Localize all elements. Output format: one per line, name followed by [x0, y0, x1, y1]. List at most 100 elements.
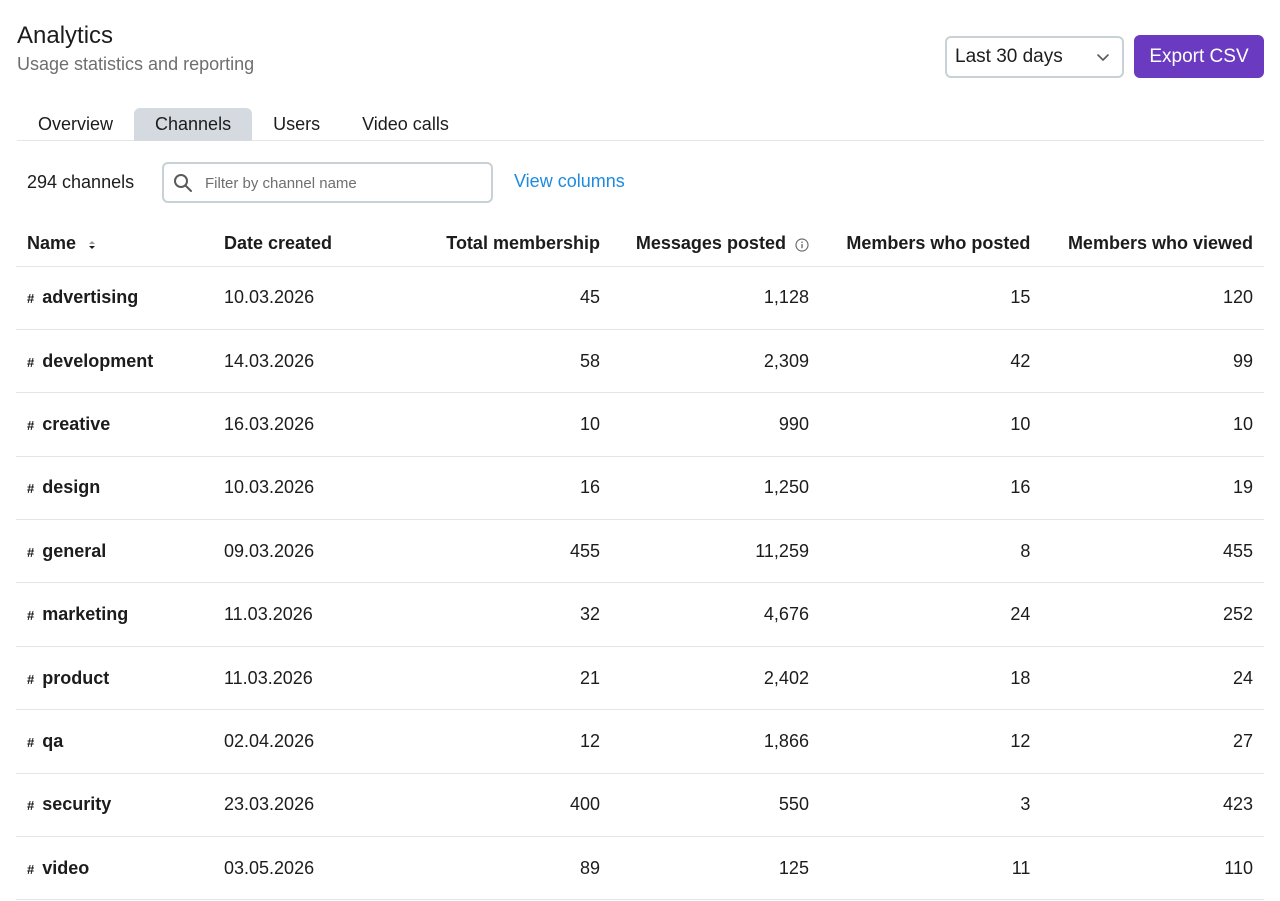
date-range-select[interactable]: Last 30 days	[945, 36, 1124, 78]
members-posted-cell: 11	[819, 836, 1042, 901]
channel-hash-icon: #	[27, 608, 35, 624]
table-row[interactable]: # design 10.03.2026 16 1,250 16 19	[16, 456, 1264, 521]
members-posted-cell: 15	[819, 266, 1042, 330]
channel-hash-icon: #	[27, 861, 35, 877]
messages-posted-cell: 550	[610, 773, 820, 838]
column-header-members-viewed[interactable]: Members who viewed	[1041, 222, 1264, 267]
table-row[interactable]: # general 09.03.2026 455 11,259 8 455	[16, 519, 1264, 584]
members-posted-cell: 3	[819, 773, 1042, 838]
channel-name-cell[interactable]: # development	[16, 329, 224, 394]
total-membership-cell: 32	[424, 582, 611, 647]
page-title: Analytics	[17, 22, 114, 49]
date-range-value: Last 30 days	[955, 46, 1063, 67]
members-posted-cell: 8	[819, 519, 1042, 584]
members-posted-cell: 12	[819, 709, 1042, 774]
tab-video-calls[interactable]: Video calls	[341, 108, 470, 141]
messages-posted-cell: 990	[610, 392, 820, 457]
channel-name-cell[interactable]: # general	[16, 519, 224, 584]
table-row[interactable]: # qa 02.04.2026 12 1,866 12 27	[16, 709, 1264, 774]
channel-name-cell[interactable]: # product	[16, 646, 224, 711]
messages-posted-cell: 1,128	[610, 266, 820, 330]
sort-icon[interactable]	[87, 238, 97, 252]
channel-name-cell[interactable]: # advertising	[16, 266, 224, 330]
channel-name-cell[interactable]: # qa	[16, 709, 224, 774]
table-body: # advertising 10.03.2026 45 1,128 15 120 # devel…	[16, 266, 1264, 901]
page-header: Analytics Usage statistics and reporting	[17, 22, 254, 75]
channels-table: Name Date created Total membership Messa…	[16, 222, 1264, 901]
members-posted-cell: 16	[819, 456, 1042, 521]
tab-users[interactable]: Users	[252, 108, 341, 141]
members-posted-cell: 42	[819, 329, 1042, 394]
date-created-cell: 10.03.2026	[224, 266, 424, 330]
column-header-date[interactable]: Date created	[224, 222, 424, 267]
column-header-membership[interactable]: Total membership	[424, 222, 611, 267]
total-membership-cell: 455	[424, 519, 611, 584]
date-created-cell: 03.05.2026	[224, 836, 424, 901]
column-header-name[interactable]: Name	[16, 222, 224, 267]
members-viewed-cell: 99	[1041, 329, 1264, 394]
search-icon	[174, 174, 192, 192]
channel-name: marketing	[42, 604, 129, 625]
members-viewed-cell: 120	[1041, 266, 1264, 330]
channel-name: security	[42, 794, 112, 815]
members-posted-cell: 10	[819, 392, 1042, 457]
table-row[interactable]: # creative 16.03.2026 10 990 10 10	[16, 392, 1264, 457]
table-row[interactable]: # security 23.03.2026 400 550 3 423	[16, 773, 1264, 838]
column-header-members-posted[interactable]: Members who posted	[819, 222, 1042, 267]
messages-posted-cell: 1,866	[610, 709, 820, 774]
channel-name: creative	[42, 413, 111, 434]
members-posted-cell: 24	[819, 582, 1042, 647]
table-row[interactable]: # marketing 11.03.2026 32 4,676 24 252	[16, 582, 1264, 647]
column-header-messages[interactable]: Messages posted	[610, 222, 820, 267]
date-created-cell: 02.04.2026	[224, 709, 424, 774]
channel-name-cell[interactable]: # video	[16, 836, 224, 901]
total-membership-cell: 400	[424, 773, 611, 838]
channel-name: advertising	[42, 287, 139, 308]
view-columns-link[interactable]: View columns	[514, 171, 625, 192]
table-row[interactable]: # advertising 10.03.2026 45 1,128 15 120	[16, 266, 1264, 330]
channel-hash-icon: #	[27, 354, 35, 370]
total-membership-cell: 10	[424, 392, 611, 457]
channel-name: design	[42, 477, 101, 498]
channel-hash-icon: #	[27, 291, 35, 307]
total-membership-cell: 16	[424, 456, 611, 521]
table-toolbar: 294 channels View columns	[27, 162, 727, 203]
channel-name-cell[interactable]: # security	[16, 773, 224, 838]
messages-posted-cell: 125	[610, 836, 820, 901]
channel-count: 294 channels	[27, 172, 135, 192]
tab-bar: Overview Channels Users Video calls	[17, 108, 1264, 141]
date-created-cell: 14.03.2026	[224, 329, 424, 394]
channel-name-cell[interactable]: # design	[16, 456, 224, 521]
export-csv-button[interactable]: Export CSV	[1134, 35, 1264, 78]
date-created-cell: 11.03.2026	[224, 582, 424, 647]
table-row[interactable]: # video 03.05.2026 89 125 11 110	[16, 836, 1264, 901]
date-created-cell: 23.03.2026	[224, 773, 424, 838]
messages-posted-cell: 2,402	[610, 646, 820, 711]
members-viewed-cell: 455	[1041, 519, 1264, 584]
tab-channels[interactable]: Channels	[134, 108, 253, 141]
chevron-down-icon	[1097, 54, 1109, 61]
table-header-row: Name Date created Total membership Messa…	[16, 222, 1264, 267]
members-posted-cell: 18	[819, 646, 1042, 711]
info-icon[interactable]	[795, 237, 809, 252]
messages-posted-cell: 1,250	[610, 456, 820, 521]
channel-name: general	[42, 540, 107, 561]
channel-name-cell[interactable]: # creative	[16, 392, 224, 457]
total-membership-cell: 12	[424, 709, 611, 774]
total-membership-cell: 58	[424, 329, 611, 394]
date-created-cell: 11.03.2026	[224, 646, 424, 711]
tab-overview[interactable]: Overview	[17, 108, 134, 141]
date-created-cell: 10.03.2026	[224, 456, 424, 521]
channel-name-cell[interactable]: # marketing	[16, 582, 224, 647]
channel-filter-input[interactable]	[205, 172, 475, 194]
total-membership-cell: 89	[424, 836, 611, 901]
channel-name: product	[42, 667, 110, 688]
table-row[interactable]: # development 14.03.2026 58 2,309 42 99	[16, 329, 1264, 394]
total-membership-cell: 45	[424, 266, 611, 330]
page-subtitle: Usage statistics and reporting	[17, 54, 255, 74]
channel-hash-icon: #	[27, 734, 35, 750]
channel-hash-icon: #	[27, 481, 35, 497]
members-viewed-cell: 10	[1041, 392, 1264, 457]
table-row[interactable]: # product 11.03.2026 21 2,402 18 24	[16, 646, 1264, 711]
members-viewed-cell: 423	[1041, 773, 1264, 838]
